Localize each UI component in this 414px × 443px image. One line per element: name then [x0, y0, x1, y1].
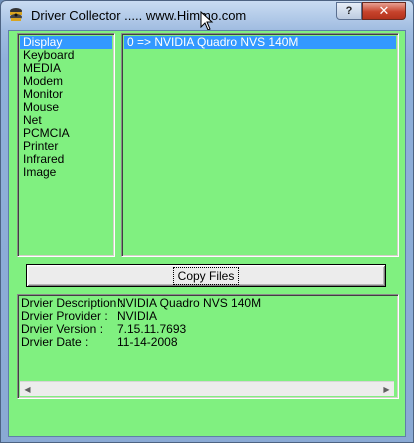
help-button[interactable]: ?: [336, 2, 362, 20]
close-button[interactable]: ✕: [362, 2, 406, 20]
client-area: Display Keyboard MEDIA Modem Monitor Mouse Net…: [8, 30, 406, 437]
driver-details: Drvier Description :NVIDIA Quadro NVS 14…: [17, 294, 399, 399]
category-list[interactable]: Display Keyboard MEDIA Modem Monitor Mouse Net…: [17, 33, 115, 257]
detail-value: NVIDIA: [117, 309, 158, 323]
scroll-right-arrow-icon[interactable]: ▶: [379, 382, 394, 396]
copy-files-button[interactable]: Copy Files: [26, 264, 386, 287]
detail-row: Drvier Date : 11-14-2008: [21, 336, 395, 349]
detail-label: Drvier Date :: [21, 335, 89, 349]
app-window: Driver Collector ..... www.Himmo.com ? ✕…: [0, 0, 414, 443]
detail-value: 7.15.11.7693: [117, 322, 187, 336]
title-bar[interactable]: Driver Collector ..... www.Himmo.com ? ✕: [1, 1, 413, 31]
detail-value: NVIDIA Quadro NVS 140M: [117, 296, 262, 310]
scroll-left-arrow-icon[interactable]: ◀: [20, 382, 35, 396]
horizontal-scrollbar[interactable]: ◀ ▶: [20, 381, 394, 396]
app-icon: [10, 8, 22, 21]
driver-list-item[interactable]: 0 => NVIDIA Quadro NVS 140M: [124, 36, 396, 49]
mouse-cursor-icon: [200, 11, 214, 31]
driver-list[interactable]: 0 => NVIDIA Quadro NVS 140M: [121, 33, 399, 257]
copy-files-label: Copy Files: [172, 266, 240, 285]
detail-value: 11-14-2008: [117, 335, 178, 349]
category-list-item[interactable]: Image: [20, 166, 112, 179]
